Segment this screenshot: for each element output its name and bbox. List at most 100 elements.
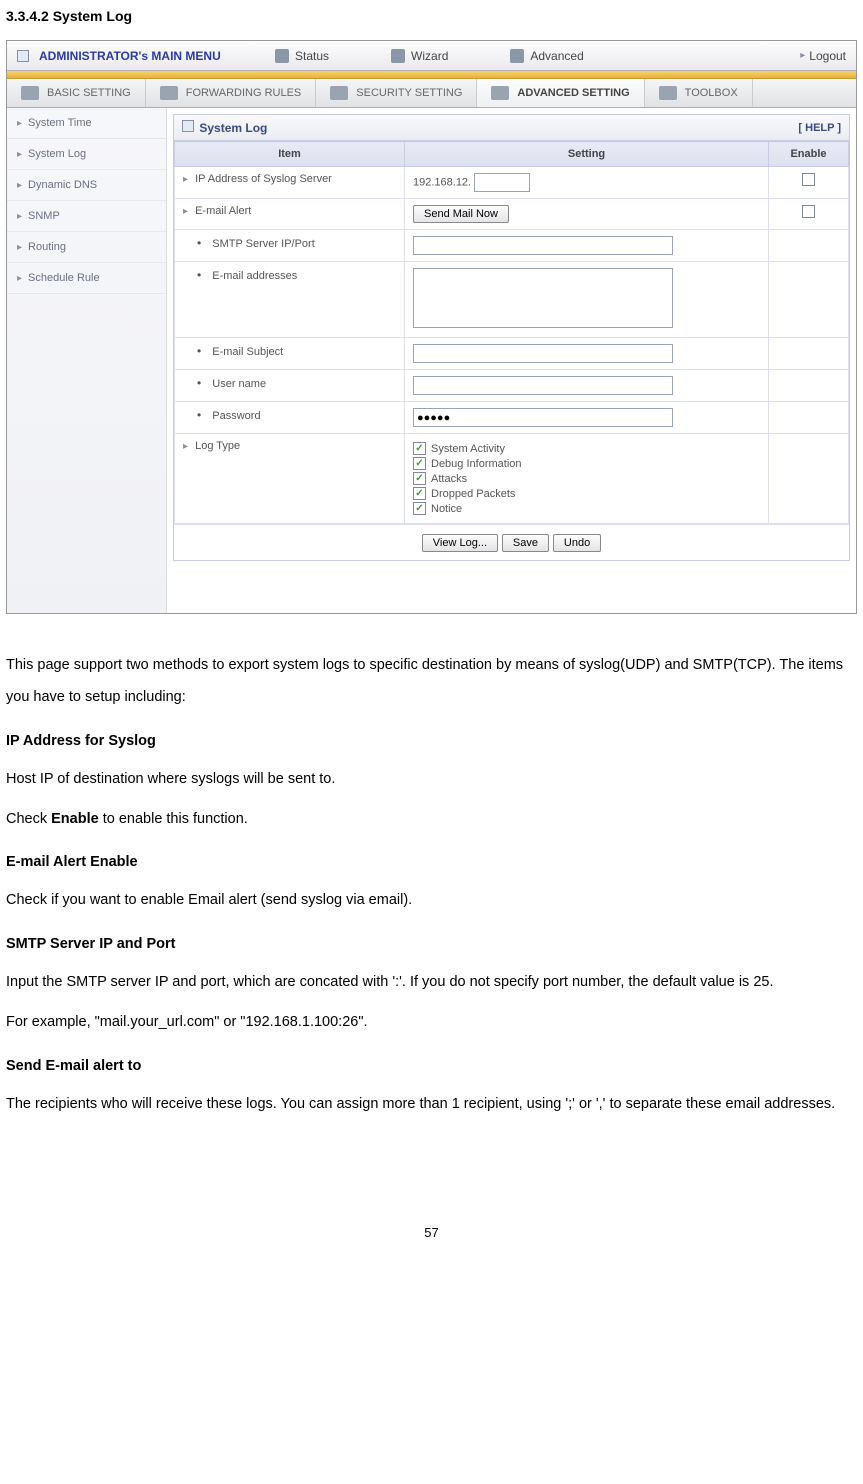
row-enable xyxy=(769,199,849,230)
sidebar-item-system-log[interactable]: ▸ System Log xyxy=(7,139,166,170)
save-button[interactable]: Save xyxy=(502,534,549,552)
ip-syslog-prefix: 192.168.12. xyxy=(413,177,471,189)
menu-icon xyxy=(17,50,29,62)
sidebar-item-schedule-rule[interactable]: ▸ Schedule Rule xyxy=(7,263,166,294)
para-email-alert: Check if you want to enable Email alert … xyxy=(6,885,857,917)
checkbox-system-activity[interactable] xyxy=(413,442,426,455)
sidebar-item-snmp[interactable]: ▸ SNMP xyxy=(7,201,166,232)
row-label: • SMTP Server IP/Port xyxy=(175,230,405,262)
tab-forwarding-rules[interactable]: FORWARDING RULES xyxy=(146,79,317,107)
bullet-icon: • xyxy=(197,408,201,422)
row-setting: System Activity Debug Information Attack… xyxy=(405,434,769,524)
para-smtp: Input the SMTP server IP and port, which… xyxy=(6,967,857,999)
sidebar-item-label: Dynamic DNS xyxy=(28,179,97,191)
sidebar: ▸ System Time ▸ System Log ▸ Dynamic DNS… xyxy=(7,108,167,613)
log-option-notice: Notice xyxy=(413,502,760,515)
log-option-label: Attacks xyxy=(431,473,467,485)
log-option-system-activity: System Activity xyxy=(413,442,760,455)
row-email-subject: • E-mail Subject xyxy=(175,338,849,370)
password-label: Password xyxy=(212,410,260,422)
checkbox-notice[interactable] xyxy=(413,502,426,515)
chevron-right-icon: ▸ xyxy=(800,50,805,61)
row-setting xyxy=(405,230,769,262)
triangle-icon: ▸ xyxy=(183,206,188,217)
bullet-icon: • xyxy=(197,376,201,390)
sidebar-item-dynamic-dns[interactable]: ▸ Dynamic DNS xyxy=(7,170,166,201)
email-alert-label: E-mail Alert xyxy=(195,205,251,217)
log-option-label: Notice xyxy=(431,503,462,515)
tab-forwarding-label: FORWARDING RULES xyxy=(186,87,302,99)
username-input[interactable] xyxy=(413,376,673,395)
row-enable xyxy=(769,167,849,199)
row-enable-empty xyxy=(769,434,849,524)
smtp-input[interactable] xyxy=(413,236,673,255)
ip-syslog-suffix-input[interactable] xyxy=(474,173,530,192)
page-number: 57 xyxy=(0,1225,863,1258)
section-heading: 3.3.4.2 System Log xyxy=(0,0,863,40)
advanced-setting-icon xyxy=(491,86,509,100)
checkbox-attacks[interactable] xyxy=(413,472,426,485)
sidebar-item-system-time[interactable]: ▸ System Time xyxy=(7,108,166,139)
send-mail-now-button[interactable]: Send Mail Now xyxy=(413,205,509,223)
help-link[interactable]: [ HELP ] xyxy=(798,122,841,134)
tab-advanced-setting[interactable]: ADVANCED SETTING xyxy=(477,79,644,107)
email-addresses-textarea[interactable] xyxy=(413,268,673,328)
bullet-icon: • xyxy=(197,236,201,250)
row-enable-empty xyxy=(769,402,849,434)
row-log-type: ▸ Log Type System Activity Debug Informa… xyxy=(175,434,849,524)
main-area: ▸ System Time ▸ System Log ▸ Dynamic DNS… xyxy=(7,108,856,613)
basic-setting-icon xyxy=(21,86,39,100)
row-enable-empty xyxy=(769,230,849,262)
nav-wizard[interactable]: Wizard xyxy=(391,49,448,63)
text-c: to enable this function. xyxy=(99,811,248,827)
row-label: ▸ E-mail Alert xyxy=(175,199,405,230)
sidebar-item-routing[interactable]: ▸ Routing xyxy=(7,232,166,263)
tabs-row: BASIC SETTING FORWARDING RULES SECURITY … xyxy=(7,79,856,108)
view-log-button[interactable]: View Log... xyxy=(422,534,498,552)
row-email-alert: ▸ E-mail Alert Send Mail Now xyxy=(175,199,849,230)
log-option-label: Debug Information xyxy=(431,458,522,470)
row-setting: Send Mail Now xyxy=(405,199,769,230)
log-option-label: Dropped Packets xyxy=(431,488,515,500)
table-header: Item Setting Enable xyxy=(175,142,849,167)
text-a: Check xyxy=(6,811,51,827)
text-enable-bold: Enable xyxy=(51,811,99,827)
undo-button[interactable]: Undo xyxy=(553,534,601,552)
sidebar-item-label: System Time xyxy=(28,117,92,129)
chevron-icon: ▸ xyxy=(17,149,22,160)
row-password: • Password xyxy=(175,402,849,434)
heading-send-email: Send E-mail alert to xyxy=(6,1051,857,1083)
enable-checkbox-email[interactable] xyxy=(802,205,815,218)
status-icon xyxy=(275,49,289,63)
tab-toolbox[interactable]: TOOLBOX xyxy=(645,79,753,107)
row-setting xyxy=(405,370,769,402)
panel-title: System Log xyxy=(199,121,267,135)
password-input[interactable] xyxy=(413,408,673,427)
checkbox-dropped-packets[interactable] xyxy=(413,487,426,500)
email-subject-input[interactable] xyxy=(413,344,673,363)
security-icon xyxy=(330,86,348,100)
nav-logout[interactable]: ▸ Logout xyxy=(800,49,856,63)
para-smtp-example: For example, "mail.your_url.com" or "192… xyxy=(6,1007,857,1039)
nav-wizard-label: Wizard xyxy=(411,49,448,63)
bullet-icon: • xyxy=(197,268,201,282)
nav-advanced[interactable]: Advanced xyxy=(510,49,583,63)
main-menu-text: ADMINISTRATOR's MAIN MENU xyxy=(39,49,221,63)
settings-table: Item Setting Enable ▸ IP Address of Sysl… xyxy=(174,141,849,524)
panel-header: System Log [ HELP ] xyxy=(174,115,849,141)
tab-security-setting[interactable]: SECURITY SETTING xyxy=(316,79,477,107)
col-setting: Setting xyxy=(405,142,769,167)
row-setting: 192.168.12. xyxy=(405,167,769,199)
checkbox-debug-info[interactable] xyxy=(413,457,426,470)
tab-basic-setting[interactable]: BASIC SETTING xyxy=(7,79,146,107)
enable-checkbox-syslog[interactable] xyxy=(802,173,815,186)
row-setting xyxy=(405,338,769,370)
advanced-icon xyxy=(510,49,524,63)
heading-smtp: SMTP Server IP and Port xyxy=(6,929,857,961)
row-enable-empty xyxy=(769,338,849,370)
heading-ip-syslog: IP Address for Syslog xyxy=(6,726,857,758)
nav-logout-label: Logout xyxy=(809,49,846,63)
tab-basic-label: BASIC SETTING xyxy=(47,87,131,99)
log-type-label: Log Type xyxy=(195,440,240,452)
nav-status[interactable]: Status xyxy=(275,49,329,63)
